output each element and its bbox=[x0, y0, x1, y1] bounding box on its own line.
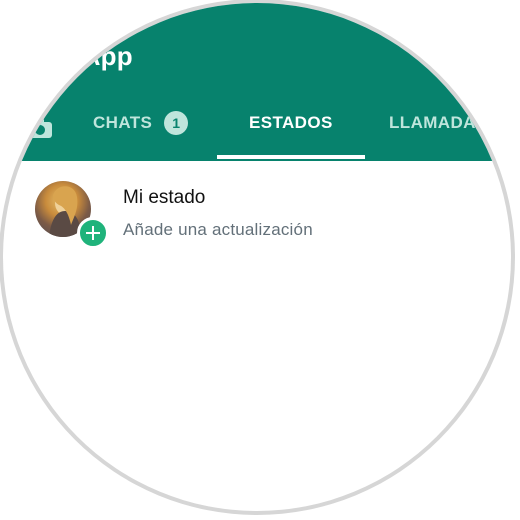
unread-count-badge: 1 bbox=[164, 111, 189, 135]
app-bar: sApp CHATS 1 ESTADOS LLAMADA bbox=[3, 3, 511, 161]
my-status-title: Mi estado bbox=[123, 187, 206, 208]
camera-icon[interactable] bbox=[27, 119, 53, 139]
add-status-button[interactable] bbox=[77, 217, 109, 249]
active-tab-indicator bbox=[217, 155, 365, 159]
plus-icon bbox=[86, 226, 100, 240]
tab-estados-label: ESTADOS bbox=[249, 113, 333, 132]
tab-estados[interactable]: ESTADOS bbox=[249, 113, 333, 161]
tab-chats-label: CHATS bbox=[93, 113, 153, 132]
app-title: sApp bbox=[67, 41, 133, 71]
circular-frame: sApp CHATS 1 ESTADOS LLAMADA Mi estado A… bbox=[3, 3, 511, 511]
tab-llamadas-label: LLAMADA bbox=[389, 113, 476, 132]
my-status-row[interactable]: Mi estado Añade una actualización bbox=[3, 161, 511, 251]
my-status-subtitle: Añade una actualización bbox=[123, 220, 313, 239]
tab-llamadas[interactable]: LLAMADA bbox=[389, 113, 476, 161]
tab-chats[interactable]: CHATS 1 bbox=[93, 111, 189, 161]
